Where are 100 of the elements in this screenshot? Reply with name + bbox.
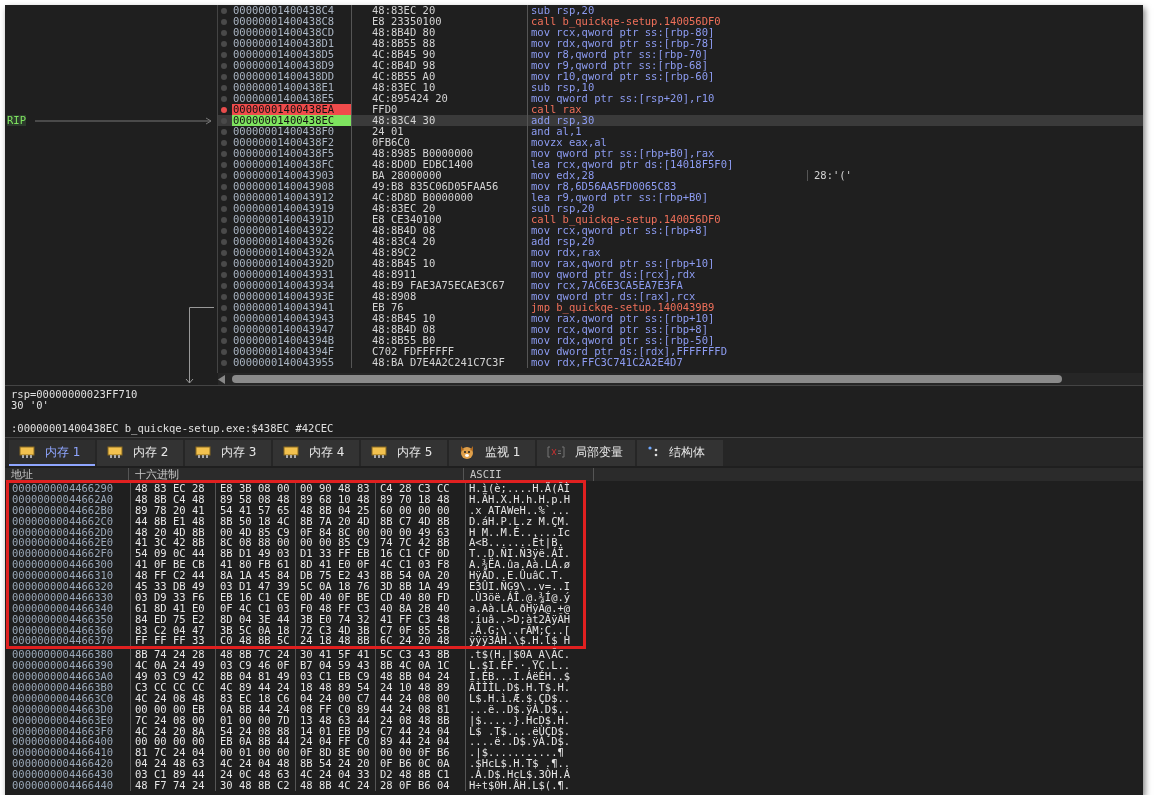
address-cell-text: 00000001400438C8 — [232, 16, 336, 27]
hex-cell: 44 8B E1 48 — [130, 515, 215, 527]
ascii-cell: ...ë..D$.ÿÀ.D$.. — [465, 703, 591, 715]
instruction-cell: mov dword ptr ds:[rdx],FFFFFFFD — [527, 346, 807, 357]
address-cell-text: 00000000044663C0 — [11, 692, 115, 704]
breakpoint-dot-icon[interactable] — [221, 293, 227, 300]
comment-cell: 28:'(' — [807, 170, 852, 181]
tab[interactable]: 内存 4 — [273, 440, 359, 466]
hex-cell: 4C 24 20 8A — [130, 725, 215, 737]
breakpoint-dot-icon[interactable] — [221, 238, 227, 245]
hex-cell: 8B 50 18 4C — [215, 515, 295, 527]
address-cell: 00000001400438EA — [232, 104, 351, 115]
ascii-cell: ....ë..D$.ÿÀ.D$. — [465, 736, 591, 748]
column-header[interactable]: 地址 — [5, 468, 129, 481]
address-cell-text: 000000014004392A — [232, 247, 336, 258]
breakpoint-dot-icon[interactable] — [221, 161, 227, 168]
breakpoint-dot-icon[interactable] — [221, 95, 227, 102]
hex-cell: 41 FF C3 48 — [375, 613, 465, 625]
address-cell-text: 00000000044662E0 — [11, 537, 115, 549]
breakpoint-dot-icon[interactable] — [221, 205, 227, 212]
hex-cell: 16 C1 CF 0D — [375, 548, 465, 560]
address-cell-text: 0000000004466400 — [11, 736, 115, 748]
breakpoint-dot-icon[interactable] — [221, 326, 227, 333]
breakpoint-dot-icon[interactable] — [221, 7, 227, 14]
instruction-cell: sub rsp,20 — [527, 5, 807, 16]
tab[interactable]: 结构体 — [637, 440, 723, 466]
address-cell-text: 0000000004466310 — [11, 570, 115, 581]
tab[interactable]: 内存 1 — [9, 440, 95, 466]
hex-cell: 03 D9 33 F6 — [130, 591, 215, 603]
bytes-cell: 4C:8B45 90 — [351, 49, 527, 60]
memory-chip-icon — [19, 446, 35, 458]
instruction-cell: mov r8,6D56AA5FD0065C83 — [527, 181, 807, 192]
breakpoint-dot-icon[interactable] — [221, 51, 227, 58]
tab[interactable]: 内存 5 — [361, 440, 447, 466]
address-cell-text: 00000001400438FC — [232, 159, 336, 170]
breakpoint-dot-icon[interactable] — [221, 139, 227, 146]
hex-cell: 48 8B C4 48 — [130, 493, 215, 505]
breakpoint-dot-icon[interactable] — [221, 194, 227, 201]
hex-cell: 04 24 48 63 — [130, 758, 215, 770]
breakpoint-dot-icon[interactable] — [221, 249, 227, 256]
hex-cell: CD 40 80 FD — [375, 591, 465, 603]
breakpoint-dot-icon[interactable] — [221, 348, 227, 355]
hex-cell: DB 75 E2 43 — [295, 570, 375, 581]
ascii-cell: ÃÌÌÌL.D$.H.T$.H. — [465, 682, 591, 693]
breakpoint-dot-icon[interactable] — [221, 172, 227, 179]
bytes-cell: E8 23350100 — [351, 16, 527, 27]
scrollbar-thumb[interactable] — [232, 375, 1062, 383]
breakpoint-dot-icon[interactable] — [221, 304, 227, 311]
breakpoint-dot-icon[interactable] — [221, 62, 227, 69]
hex-cell: 48 8B 7C 24 — [215, 649, 295, 661]
breakpoint-dot-icon[interactable] — [221, 84, 227, 91]
hex-cell: 7C 24 08 00 — [130, 714, 215, 726]
breakpoint-dot-icon[interactable] — [221, 216, 227, 223]
breakpoint-dot-icon[interactable] — [221, 183, 227, 190]
hex-cell: 74 7C 42 8B — [375, 537, 465, 549]
hex-cell: 54 24 08 88 — [215, 725, 295, 737]
breakpoint-dot-icon[interactable] — [221, 73, 227, 80]
hex-cell: 3D 8B 1A 49 — [375, 581, 465, 592]
breakpoint-dot-icon[interactable] — [221, 337, 227, 344]
bytes-cell: 4C:8D8D B0000000 — [351, 192, 527, 203]
address-cell-text: 00000000044662F0 — [11, 548, 115, 560]
breakpoint-dot-icon[interactable] — [221, 227, 227, 234]
breakpoint-dot-icon[interactable] — [221, 40, 227, 47]
address-cell-text: 00000001400438D1 — [232, 38, 336, 49]
scroll-left-icon[interactable] — [218, 374, 226, 384]
ascii-cell: A<B.......Ét|B. — [465, 537, 591, 549]
hex-cell: 89 78 20 41 — [130, 504, 215, 516]
column-header[interactable]: ASCII — [464, 468, 594, 481]
ascii-cell: ÿÿÿ3ÀH.\$.H.l$ H — [465, 635, 591, 647]
address-cell-text: 0000000140043912 — [232, 192, 336, 203]
hex-cell: 4C 24 04 48 — [215, 758, 295, 770]
breakpoint-dot-icon[interactable] — [221, 29, 227, 36]
hex-cell: 03 D1 47 39 — [215, 581, 295, 592]
tab[interactable]: 内存 2 — [97, 440, 183, 466]
hex-cell: 8C 08 88 00 — [215, 537, 295, 549]
breakpoint-dot-icon[interactable] — [221, 150, 227, 157]
column-header[interactable]: 十六进制 — [129, 468, 464, 481]
tab[interactable]: 局部变量 — [537, 440, 635, 466]
hex-cell: 48 20 4D 8B — [130, 526, 215, 538]
hex-cell: C0 48 8B 5C — [215, 635, 295, 647]
instruction-cell: add rsp,20 — [527, 236, 807, 247]
tab[interactable]: 监视 1 — [449, 440, 535, 466]
bytes-cell: 4C:895424 20 — [351, 93, 527, 104]
breakpoint-dot-icon[interactable] — [221, 128, 227, 135]
ascii-cell: a.Aà.LÁ.ðHÿÃ@.+@ — [465, 602, 591, 614]
breakpoint-dot-icon[interactable] — [221, 106, 227, 113]
breakpoint-dot-icon[interactable] — [221, 359, 227, 366]
address-cell-text: 00000000044662C0 — [11, 515, 115, 527]
breakpoint-dot-icon[interactable] — [221, 282, 227, 289]
hex-cell: 45 33 DB 49 — [130, 581, 215, 592]
address-cell-text: 000000014004393E — [232, 291, 336, 302]
breakpoint-dot-icon[interactable] — [221, 315, 227, 322]
ascii-cell: HÿÂD..E.ÛuâC.T. — [465, 570, 591, 581]
address-cell-text: 00000001400438D5 — [232, 49, 336, 60]
breakpoint-dot-icon[interactable] — [221, 260, 227, 267]
hex-cell: 03 C1 EB C9 — [295, 671, 375, 683]
breakpoint-dot-icon[interactable] — [221, 18, 227, 25]
breakpoint-dot-icon[interactable] — [221, 271, 227, 278]
tab[interactable]: 内存 3 — [185, 440, 271, 466]
instruction-cell: mov rcx,qword ptr ss:[rbp+8] — [527, 225, 807, 236]
